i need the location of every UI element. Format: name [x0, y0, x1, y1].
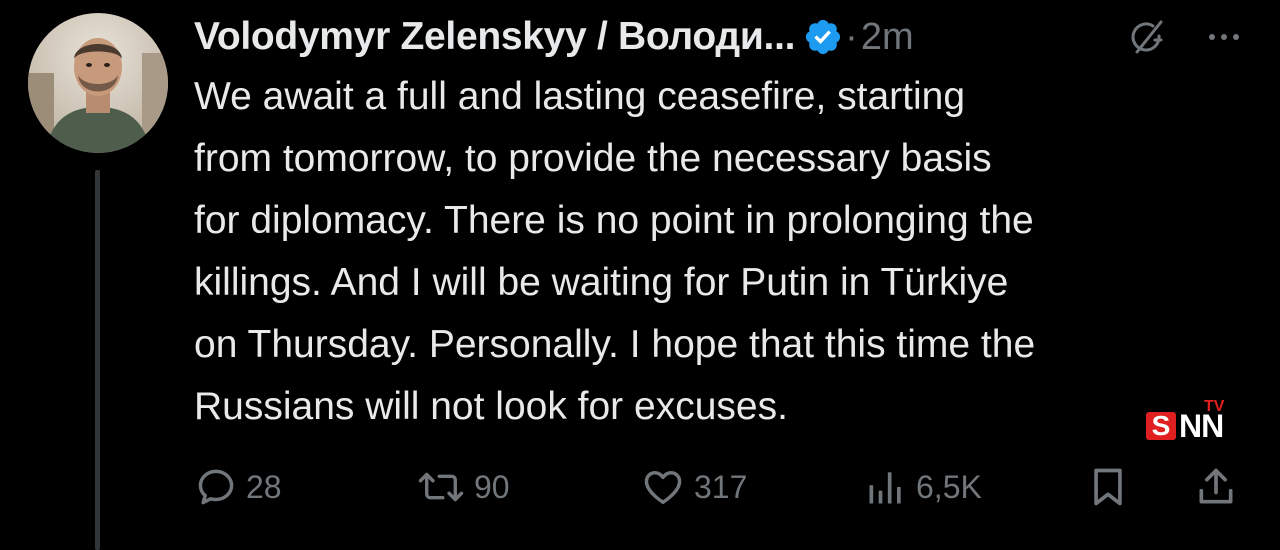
snn-tv-watermark: TV S NN — [1146, 398, 1236, 444]
tweet-text-line: from tomorrow, to provide the necessary … — [194, 137, 992, 180]
verified-badge-icon — [803, 17, 843, 57]
like-count: 317 — [694, 468, 748, 505]
tweet-text-line: Russians will not look for excuses. — [194, 385, 788, 428]
avatar[interactable] — [28, 13, 168, 153]
tweet-text-line: for diplomacy. There is no point in prol… — [194, 199, 1034, 242]
tweet-text: We await a full and lasting ceasefire, s… — [194, 66, 1244, 438]
thread-line — [95, 170, 100, 550]
tweet-header: Volodymyr Zelenskyy / Володи... · 2m — [194, 12, 914, 62]
bookmark-button[interactable] — [1086, 462, 1130, 512]
repost-icon — [416, 465, 466, 509]
tweet-text-line: We await a full and lasting ceasefire, s… — [194, 75, 966, 118]
reply-button[interactable]: 28 — [194, 462, 282, 512]
views-button[interactable]: 6,5K — [864, 462, 982, 512]
reply-count: 28 — [246, 468, 282, 505]
separator-dot: · — [845, 15, 858, 58]
action-bar: 28 90 317 6,5K — [194, 462, 1254, 512]
like-button[interactable]: 317 — [640, 462, 747, 512]
tweet-text-line: on Thursday. Personally. I hope that thi… — [194, 323, 1036, 366]
tweet-text-line: killings. And I will be waiting for Puti… — [194, 261, 1009, 304]
grok-icon[interactable] — [1125, 16, 1169, 60]
reply-icon — [194, 465, 238, 509]
watermark-letter: S — [1146, 412, 1176, 440]
watermark-rest: NN — [1179, 408, 1224, 444]
more-icon[interactable] — [1204, 24, 1244, 50]
timestamp[interactable]: 2m — [861, 16, 914, 59]
share-button[interactable] — [1194, 462, 1238, 512]
views-count: 6,5K — [916, 468, 982, 505]
bookmark-icon — [1086, 465, 1130, 509]
like-icon — [640, 465, 686, 509]
repost-count: 90 — [474, 468, 510, 505]
repost-button[interactable]: 90 — [416, 462, 510, 512]
share-icon — [1194, 465, 1238, 509]
author-name[interactable]: Volodymyr Zelenskyy / Володи... — [194, 15, 795, 59]
views-icon — [864, 465, 908, 509]
